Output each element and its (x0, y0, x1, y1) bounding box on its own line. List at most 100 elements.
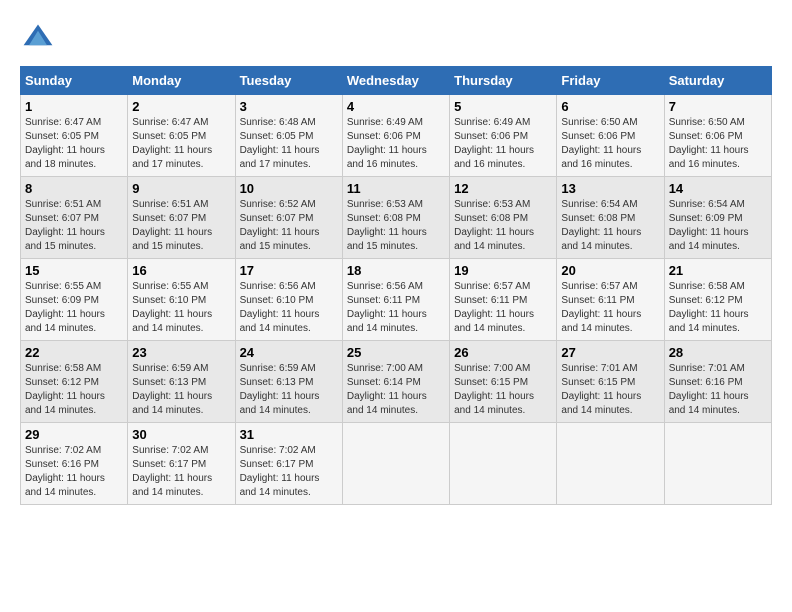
day-number: 1 (25, 99, 123, 114)
column-header-wednesday: Wednesday (342, 67, 449, 95)
calendar-cell: 6Sunrise: 6:50 AMSunset: 6:06 PMDaylight… (557, 95, 664, 177)
calendar-cell: 8 Sunrise: 6:51 AMSunset: 6:07 PMDaylight… (21, 177, 128, 259)
calendar-cell: 11 Sunrise: 6:53 AMSunset: 6:08 PMDayligh… (342, 177, 449, 259)
day-detail: Sunrise: 6:58 AMSunset: 6:12 PMDaylight:… (25, 363, 105, 416)
day-number: 26 (454, 345, 552, 360)
column-header-sunday: Sunday (21, 67, 128, 95)
day-detail: Sunrise: 6:53 AMSunset: 6:08 PMDaylight:… (347, 199, 427, 252)
day-number: 13 (561, 181, 659, 196)
day-detail: Sunrise: 6:51 AMSunset: 6:07 PMDaylight:… (25, 199, 105, 252)
calendar-cell: 19 Sunrise: 6:57 AMSunset: 6:11 PMDayligh… (450, 259, 557, 341)
day-number: 31 (240, 427, 338, 442)
day-number: 19 (454, 263, 552, 278)
day-detail: Sunrise: 6:57 AMSunset: 6:11 PMDaylight:… (561, 281, 641, 334)
day-detail: Sunrise: 7:01 AMSunset: 6:16 PMDaylight:… (669, 363, 749, 416)
calendar-cell: 5 Sunrise: 6:49 AMSunset: 6:06 PMDaylight… (450, 95, 557, 177)
day-number: 30 (132, 427, 230, 442)
day-detail: Sunrise: 6:55 AMSunset: 6:10 PMDaylight:… (132, 281, 212, 334)
day-detail: Sunrise: 6:54 AMSunset: 6:09 PMDaylight:… (669, 199, 749, 252)
day-detail: Sunrise: 6:59 AMSunset: 6:13 PMDaylight:… (132, 363, 212, 416)
day-detail: Sunrise: 7:02 AMSunset: 6:16 PMDaylight:… (25, 445, 105, 498)
calendar-cell: 29 Sunrise: 7:02 AMSunset: 6:16 PMDayligh… (21, 423, 128, 505)
calendar-header-row: SundayMondayTuesdayWednesdayThursdayFrid… (21, 67, 772, 95)
calendar-cell (342, 423, 449, 505)
day-detail: Sunrise: 6:48 AMSunset: 6:05 PMDaylight:… (240, 117, 320, 170)
day-number: 21 (669, 263, 767, 278)
calendar-cell: 25 Sunrise: 7:00 AMSunset: 6:14 PMDayligh… (342, 341, 449, 423)
day-number: 29 (25, 427, 123, 442)
day-number: 14 (669, 181, 767, 196)
day-detail: Sunrise: 6:58 AMSunset: 6:12 PMDaylight:… (669, 281, 749, 334)
calendar-cell: 9Sunrise: 6:51 AMSunset: 6:07 PMDaylight… (128, 177, 235, 259)
column-header-tuesday: Tuesday (235, 67, 342, 95)
calendar-cell (450, 423, 557, 505)
calendar-week-row: 29 Sunrise: 7:02 AMSunset: 6:16 PMDayligh… (21, 423, 772, 505)
calendar-cell: 16 Sunrise: 6:55 AMSunset: 6:10 PMDayligh… (128, 259, 235, 341)
day-number: 28 (669, 345, 767, 360)
calendar-cell: 2 Sunrise: 6:47 AMSunset: 6:05 PMDaylight… (128, 95, 235, 177)
calendar-cell: 17 Sunrise: 6:56 AMSunset: 6:10 PMDayligh… (235, 259, 342, 341)
column-header-monday: Monday (128, 67, 235, 95)
day-number: 5 (454, 99, 552, 114)
day-number: 24 (240, 345, 338, 360)
calendar-week-row: 22 Sunrise: 6:58 AMSunset: 6:12 PMDayligh… (21, 341, 772, 423)
day-detail: Sunrise: 6:52 AMSunset: 6:07 PMDaylight:… (240, 199, 320, 252)
day-number: 16 (132, 263, 230, 278)
day-number: 4 (347, 99, 445, 114)
calendar-cell: 12Sunrise: 6:53 AMSunset: 6:08 PMDayligh… (450, 177, 557, 259)
day-detail: Sunrise: 6:55 AMSunset: 6:09 PMDaylight:… (25, 281, 105, 334)
calendar-cell: 4 Sunrise: 6:49 AMSunset: 6:06 PMDaylight… (342, 95, 449, 177)
day-number: 23 (132, 345, 230, 360)
day-number: 27 (561, 345, 659, 360)
day-number: 18 (347, 263, 445, 278)
day-detail: Sunrise: 7:02 AMSunset: 6:17 PMDaylight:… (132, 445, 212, 498)
day-number: 2 (132, 99, 230, 114)
calendar-cell (664, 423, 771, 505)
day-detail: Sunrise: 6:49 AMSunset: 6:06 PMDaylight:… (454, 117, 534, 170)
logo (20, 20, 60, 56)
calendar-cell: 10 Sunrise: 6:52 AMSunset: 6:07 PMDayligh… (235, 177, 342, 259)
day-detail: Sunrise: 6:57 AMSunset: 6:11 PMDaylight:… (454, 281, 534, 334)
calendar-table: SundayMondayTuesdayWednesdayThursdayFrid… (20, 66, 772, 505)
day-detail: Sunrise: 6:49 AMSunset: 6:06 PMDaylight:… (347, 117, 427, 170)
column-header-saturday: Saturday (664, 67, 771, 95)
day-detail: Sunrise: 7:00 AMSunset: 6:14 PMDaylight:… (347, 363, 427, 416)
calendar-cell: 18Sunrise: 6:56 AMSunset: 6:11 PMDayligh… (342, 259, 449, 341)
calendar-cell: 31 Sunrise: 7:02 AMSunset: 6:17 PMDayligh… (235, 423, 342, 505)
day-number: 15 (25, 263, 123, 278)
day-number: 6 (561, 99, 659, 114)
calendar-cell: 28 Sunrise: 7:01 AMSunset: 6:16 PMDayligh… (664, 341, 771, 423)
day-detail: Sunrise: 7:00 AMSunset: 6:15 PMDaylight:… (454, 363, 534, 416)
calendar-cell: 3 Sunrise: 6:48 AMSunset: 6:05 PMDaylight… (235, 95, 342, 177)
day-detail: Sunrise: 7:01 AMSunset: 6:15 PMDaylight:… (561, 363, 641, 416)
header (20, 20, 772, 56)
calendar-cell: 1 Sunrise: 6:47 AMSunset: 6:05 PMDaylight… (21, 95, 128, 177)
day-detail: Sunrise: 6:56 AMSunset: 6:10 PMDaylight:… (240, 281, 320, 334)
calendar-cell (557, 423, 664, 505)
day-detail: Sunrise: 7:02 AMSunset: 6:17 PMDaylight:… (240, 445, 320, 498)
day-number: 8 (25, 181, 123, 196)
day-detail: Sunrise: 6:47 AMSunset: 6:05 PMDaylight:… (25, 117, 105, 170)
calendar-cell: 15 Sunrise: 6:55 AMSunset: 6:09 PMDayligh… (21, 259, 128, 341)
day-number: 25 (347, 345, 445, 360)
day-number: 20 (561, 263, 659, 278)
day-number: 3 (240, 99, 338, 114)
calendar-cell: 21 Sunrise: 6:58 AMSunset: 6:12 PMDayligh… (664, 259, 771, 341)
day-number: 17 (240, 263, 338, 278)
day-detail: Sunrise: 6:54 AMSunset: 6:08 PMDaylight:… (561, 199, 641, 252)
calendar-cell: 26 Sunrise: 7:00 AMSunset: 6:15 PMDayligh… (450, 341, 557, 423)
calendar-cell: 30 Sunrise: 7:02 AMSunset: 6:17 PMDayligh… (128, 423, 235, 505)
calendar-week-row: 15 Sunrise: 6:55 AMSunset: 6:09 PMDayligh… (21, 259, 772, 341)
day-detail: Sunrise: 6:47 AMSunset: 6:05 PMDaylight:… (132, 117, 212, 170)
calendar-cell: 27 Sunrise: 7:01 AMSunset: 6:15 PMDayligh… (557, 341, 664, 423)
logo-icon (20, 20, 56, 56)
calendar-cell: 20 Sunrise: 6:57 AMSunset: 6:11 PMDayligh… (557, 259, 664, 341)
calendar-cell: 14 Sunrise: 6:54 AMSunset: 6:09 PMDayligh… (664, 177, 771, 259)
day-detail: Sunrise: 6:50 AMSunset: 6:06 PMDaylight:… (669, 117, 749, 170)
day-number: 22 (25, 345, 123, 360)
day-number: 11 (347, 181, 445, 196)
day-number: 10 (240, 181, 338, 196)
column-header-friday: Friday (557, 67, 664, 95)
calendar-week-row: 1 Sunrise: 6:47 AMSunset: 6:05 PMDaylight… (21, 95, 772, 177)
day-number: 9 (132, 181, 230, 196)
